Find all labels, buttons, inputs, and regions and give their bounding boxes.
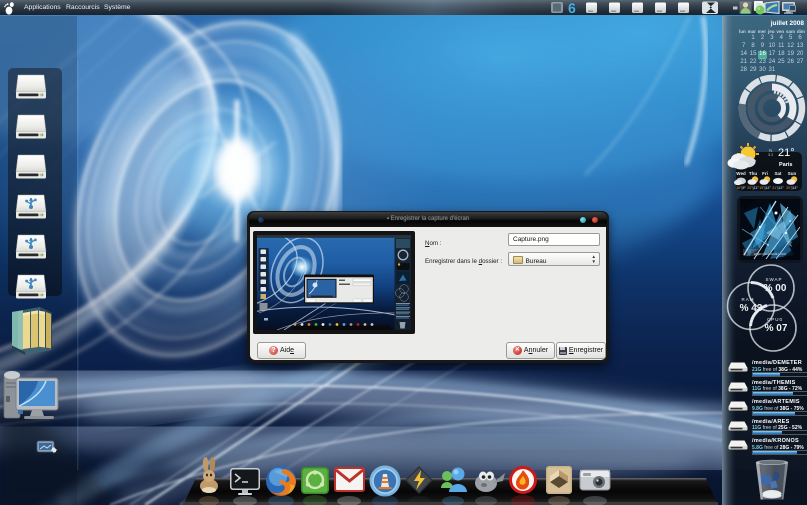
svg-text:6: 6 bbox=[568, 0, 576, 15]
